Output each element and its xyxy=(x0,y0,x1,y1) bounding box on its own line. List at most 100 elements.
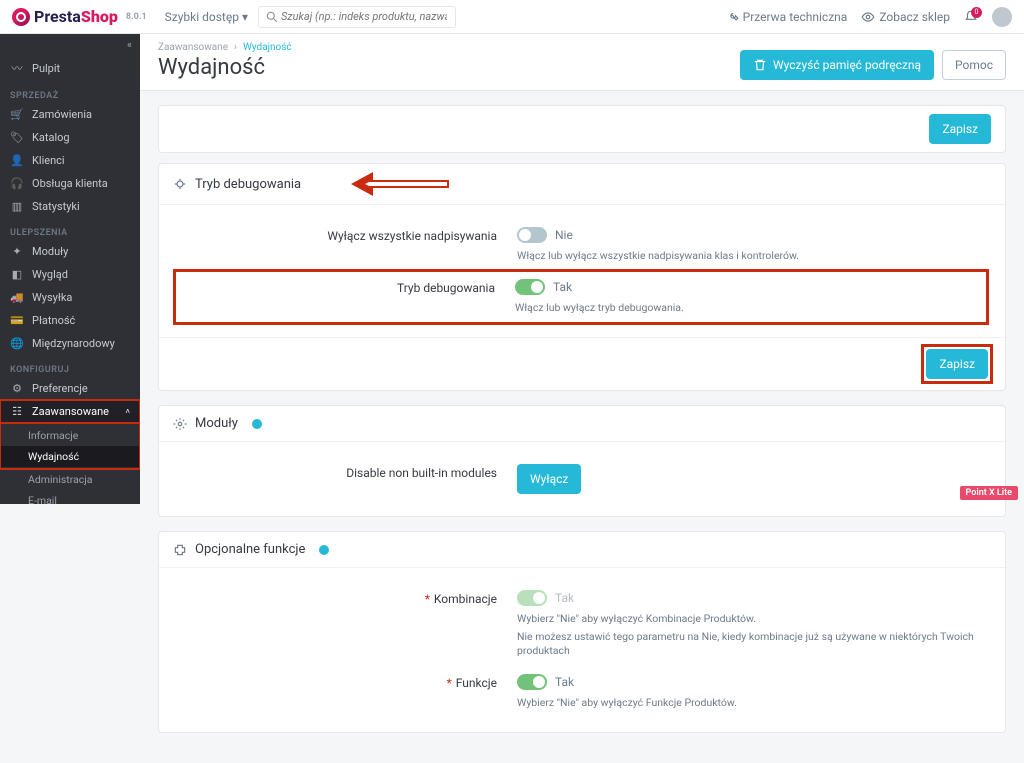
chevron-down-icon: ▾ xyxy=(242,10,248,24)
sidebar-item-label: Obsługa klienta xyxy=(32,177,108,190)
sidebar-sub-info[interactable]: Informacje xyxy=(0,425,140,446)
crumb-sep: › xyxy=(234,42,237,53)
info-icon[interactable] xyxy=(319,545,329,555)
disable-modules-button[interactable]: Wyłącz xyxy=(517,464,581,494)
profile-avatar[interactable] xyxy=(992,7,1012,27)
sidebar-item-modules[interactable]: ✦Moduły xyxy=(0,240,140,263)
features-hint: Wybierz "Nie" aby wyłączyć Funkcje Produ… xyxy=(517,696,987,710)
sidebar-item-shipping[interactable]: 🚚 Wysyłka xyxy=(0,286,140,309)
features-row: *Funkcje Tak Wybierz "Nie" aby wyłączyć … xyxy=(177,666,987,718)
debug-mode-row: Tryb debugowania Tak Włącz lub wyłącz tr… xyxy=(175,271,987,323)
sidebar-item-stats[interactable]: ▥ Statystyki xyxy=(0,195,140,218)
sidebar-section-config: KONFIGURUJ xyxy=(0,365,140,375)
sidebar-item-label: Moduły xyxy=(32,245,68,258)
globe-icon: 🌐 xyxy=(10,337,24,350)
sidebar-item-dashboard[interactable]: 〰 Pulpit xyxy=(0,55,140,81)
info-icon[interactable] xyxy=(252,419,262,429)
optional-panel: Opcjonalne funkcje *Kombinacje Tak Wybie… xyxy=(158,531,1006,733)
sidebar-item-orders[interactable]: 🛒 Zamówienia xyxy=(0,103,140,126)
combinations-label: *Kombinacje xyxy=(177,590,497,606)
annotation-arrow xyxy=(339,174,449,194)
sidebar-item-prefs[interactable]: ⚙Preferencje xyxy=(0,377,140,400)
brand-post: Shop xyxy=(81,7,118,26)
trash-icon xyxy=(753,58,767,72)
sidebar-item-label: Międzynarodowy xyxy=(32,337,115,350)
sidebar-item-advanced[interactable]: ☷Zaawansowane˄ xyxy=(0,400,140,423)
optional-panel-header: Opcjonalne funkcje xyxy=(159,532,1005,568)
sidebar-item-label: Statystyki xyxy=(32,200,80,213)
sidebar-item-label: Płatność xyxy=(32,314,75,327)
search-input[interactable] xyxy=(279,9,449,24)
quick-access-menu[interactable]: Szybki dostęp ▾ xyxy=(165,10,248,24)
chart-icon: ▥ xyxy=(10,200,24,213)
trend-icon: 〰 xyxy=(10,60,24,76)
quick-access-label: Szybki dostęp xyxy=(165,10,239,24)
overrides-label: Wyłącz wszystkie nadpisywania xyxy=(177,227,497,243)
save-button[interactable]: Zapisz xyxy=(929,114,991,144)
sidebar-item-label: Wysyłka xyxy=(32,291,72,304)
sidebar-item-label: Zaawansowane xyxy=(32,405,109,418)
cart-icon: 🛒 xyxy=(10,108,24,121)
overrides-row: Wyłącz wszystkie nadpisywania Nie Włącz … xyxy=(177,219,987,271)
headset-icon: 🎧 xyxy=(10,177,24,190)
sidebar-item-intl[interactable]: 🌐 Międzynarodowy xyxy=(0,332,140,355)
debug-save-button[interactable]: Zapisz xyxy=(926,349,988,379)
sidebar-item-label: Klienci xyxy=(32,154,65,167)
view-shop-link[interactable]: Zobacz sklep xyxy=(861,10,950,24)
sidebar-item-payment[interactable]: 💳 Płatność xyxy=(0,309,140,332)
main: Zaawansowane › Wydajność Wydajność Wyczy… xyxy=(140,0,1024,733)
crumb-parent[interactable]: Zaawansowane xyxy=(158,42,228,53)
sidebar-sub-admin[interactable]: Administracja xyxy=(0,469,140,490)
combinations-row: *Kombinacje Tak Wybierz "Nie" aby wyłącz… xyxy=(177,582,987,666)
watermark-badge: Point X Lite xyxy=(960,486,1018,500)
combinations-hint1: Wybierz "Nie" aby wyłączyć Kombinacje Pr… xyxy=(517,612,987,626)
sidebar-item-label: Wygląd xyxy=(32,268,68,281)
modules-panel-header: Moduły xyxy=(159,406,1005,442)
card-icon: 💳 xyxy=(10,314,24,327)
debug-mode-hint: Włącz lub wyłącz tryb debugowania. xyxy=(515,301,987,315)
clear-cache-label: Wyczyść pamięć podręczną xyxy=(773,58,921,72)
features-label: *Funkcje xyxy=(177,674,497,690)
sidebar-item-catalog[interactable]: 🏷Katalog xyxy=(0,126,140,149)
search-box[interactable] xyxy=(258,6,456,28)
overrides-toggle[interactable] xyxy=(517,227,547,243)
combinations-value: Tak xyxy=(555,591,574,605)
palette-icon: ◧ xyxy=(10,268,24,281)
page-header: Zaawansowane › Wydajność Wydajność Wyczy… xyxy=(140,34,1024,91)
debug-panel: Tryb debugowania Wyłącz wszystkie nadpis… xyxy=(158,163,1006,391)
help-button[interactable]: Pomoc xyxy=(942,50,1006,80)
sidebar-sub-performance[interactable]: Wydajność xyxy=(0,446,140,467)
sidebar-item-label: Pulpit xyxy=(32,62,60,75)
sidebar-collapse-button[interactable]: « xyxy=(0,34,140,55)
gear-icon: ⚙ xyxy=(10,382,24,395)
breadcrumb: Zaawansowane › Wydajność xyxy=(158,42,292,53)
features-toggle[interactable] xyxy=(517,674,547,690)
debug-panel-title: Tryb debugowania xyxy=(195,177,301,192)
overrides-hint: Włącz lub wyłącz wszystkie nadpisywania … xyxy=(517,249,987,263)
tag-icon: 🏷 xyxy=(10,131,24,144)
debug-panel-header: Tryb debugowania xyxy=(159,164,1005,205)
debug-mode-label: Tryb debugowania xyxy=(175,279,495,295)
combinations-toggle xyxy=(517,590,547,606)
wrench-icon xyxy=(725,10,739,24)
topbar-right: Przerwa techniczna Zobacz sklep 0 xyxy=(725,7,1012,27)
sidebar-item-label: Zamówienia xyxy=(32,108,92,121)
app-version: 8.0.1 xyxy=(126,12,147,22)
view-shop-label: Zobacz sklep xyxy=(879,10,950,24)
sidebar-item-customers[interactable]: 👤Klienci xyxy=(0,149,140,172)
debug-mode-toggle[interactable] xyxy=(515,279,545,295)
optional-panel-title: Opcjonalne funkcje xyxy=(195,542,305,557)
sidebar-section-improve: ULEPSZENIA xyxy=(0,228,140,238)
page-title: Wydajność xyxy=(158,55,292,80)
sidebar-sub-email[interactable]: E-mail xyxy=(0,490,140,504)
sidebar-section-sell: SPRZEDAŻ xyxy=(0,91,140,101)
topbar: PrestaShop 8.0.1 Szybki dostęp ▾ Przerwa… xyxy=(0,0,1024,34)
clear-cache-button[interactable]: Wyczyść pamięć podręczną xyxy=(740,50,934,80)
sidebar-item-service[interactable]: 🎧 Obsługa klienta xyxy=(0,172,140,195)
maintenance-link[interactable]: Przerwa techniczna xyxy=(725,10,848,24)
notifications-button[interactable]: 0 xyxy=(964,10,978,24)
sidebar-item-design[interactable]: ◧ Wygląd xyxy=(0,263,140,286)
crumb-current[interactable]: Wydajność xyxy=(243,42,292,53)
modules-panel: Moduły Disable non built-in modules Wyłą… xyxy=(158,405,1006,517)
truck-icon: 🚚 xyxy=(10,291,24,304)
